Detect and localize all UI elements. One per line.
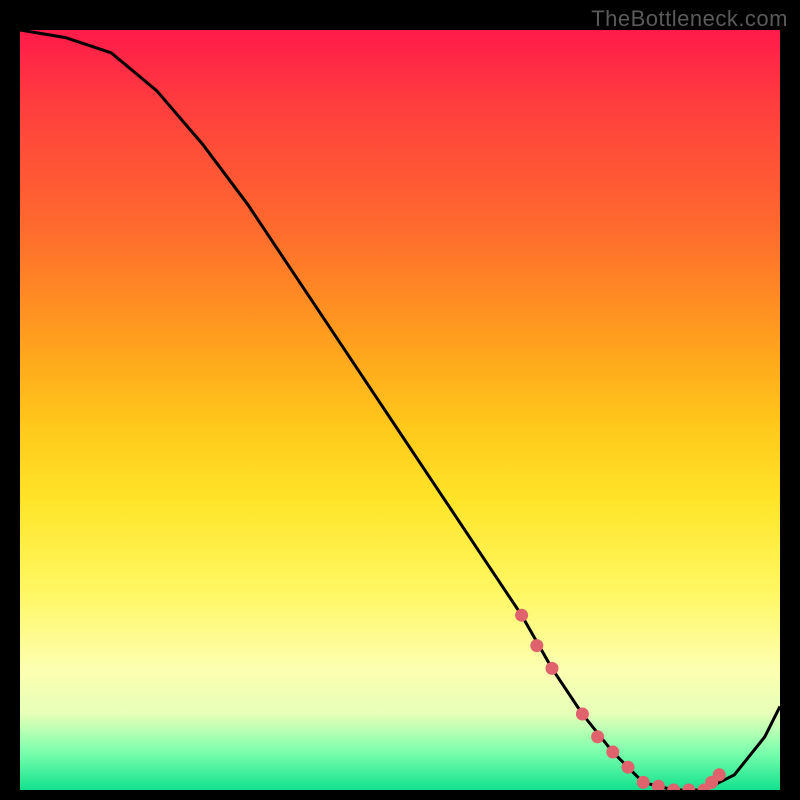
marker-dot (546, 662, 559, 675)
marker-dot (515, 609, 528, 622)
watermark-label: TheBottleneck.com (591, 6, 788, 32)
marker-dot (606, 746, 619, 759)
trough-markers (515, 609, 726, 790)
marker-dot (682, 784, 695, 791)
plot-area (20, 30, 780, 790)
marker-dot (713, 768, 726, 781)
marker-dot (667, 784, 680, 791)
chart-stage: TheBottleneck.com (0, 0, 800, 800)
marker-dot (576, 708, 589, 721)
marker-dot (591, 730, 604, 743)
marker-dot (652, 780, 665, 790)
bottleneck-curve (20, 30, 780, 790)
marker-dot (637, 776, 650, 789)
marker-dot (530, 639, 543, 652)
marker-dot (622, 761, 635, 774)
curve-layer (20, 30, 780, 790)
